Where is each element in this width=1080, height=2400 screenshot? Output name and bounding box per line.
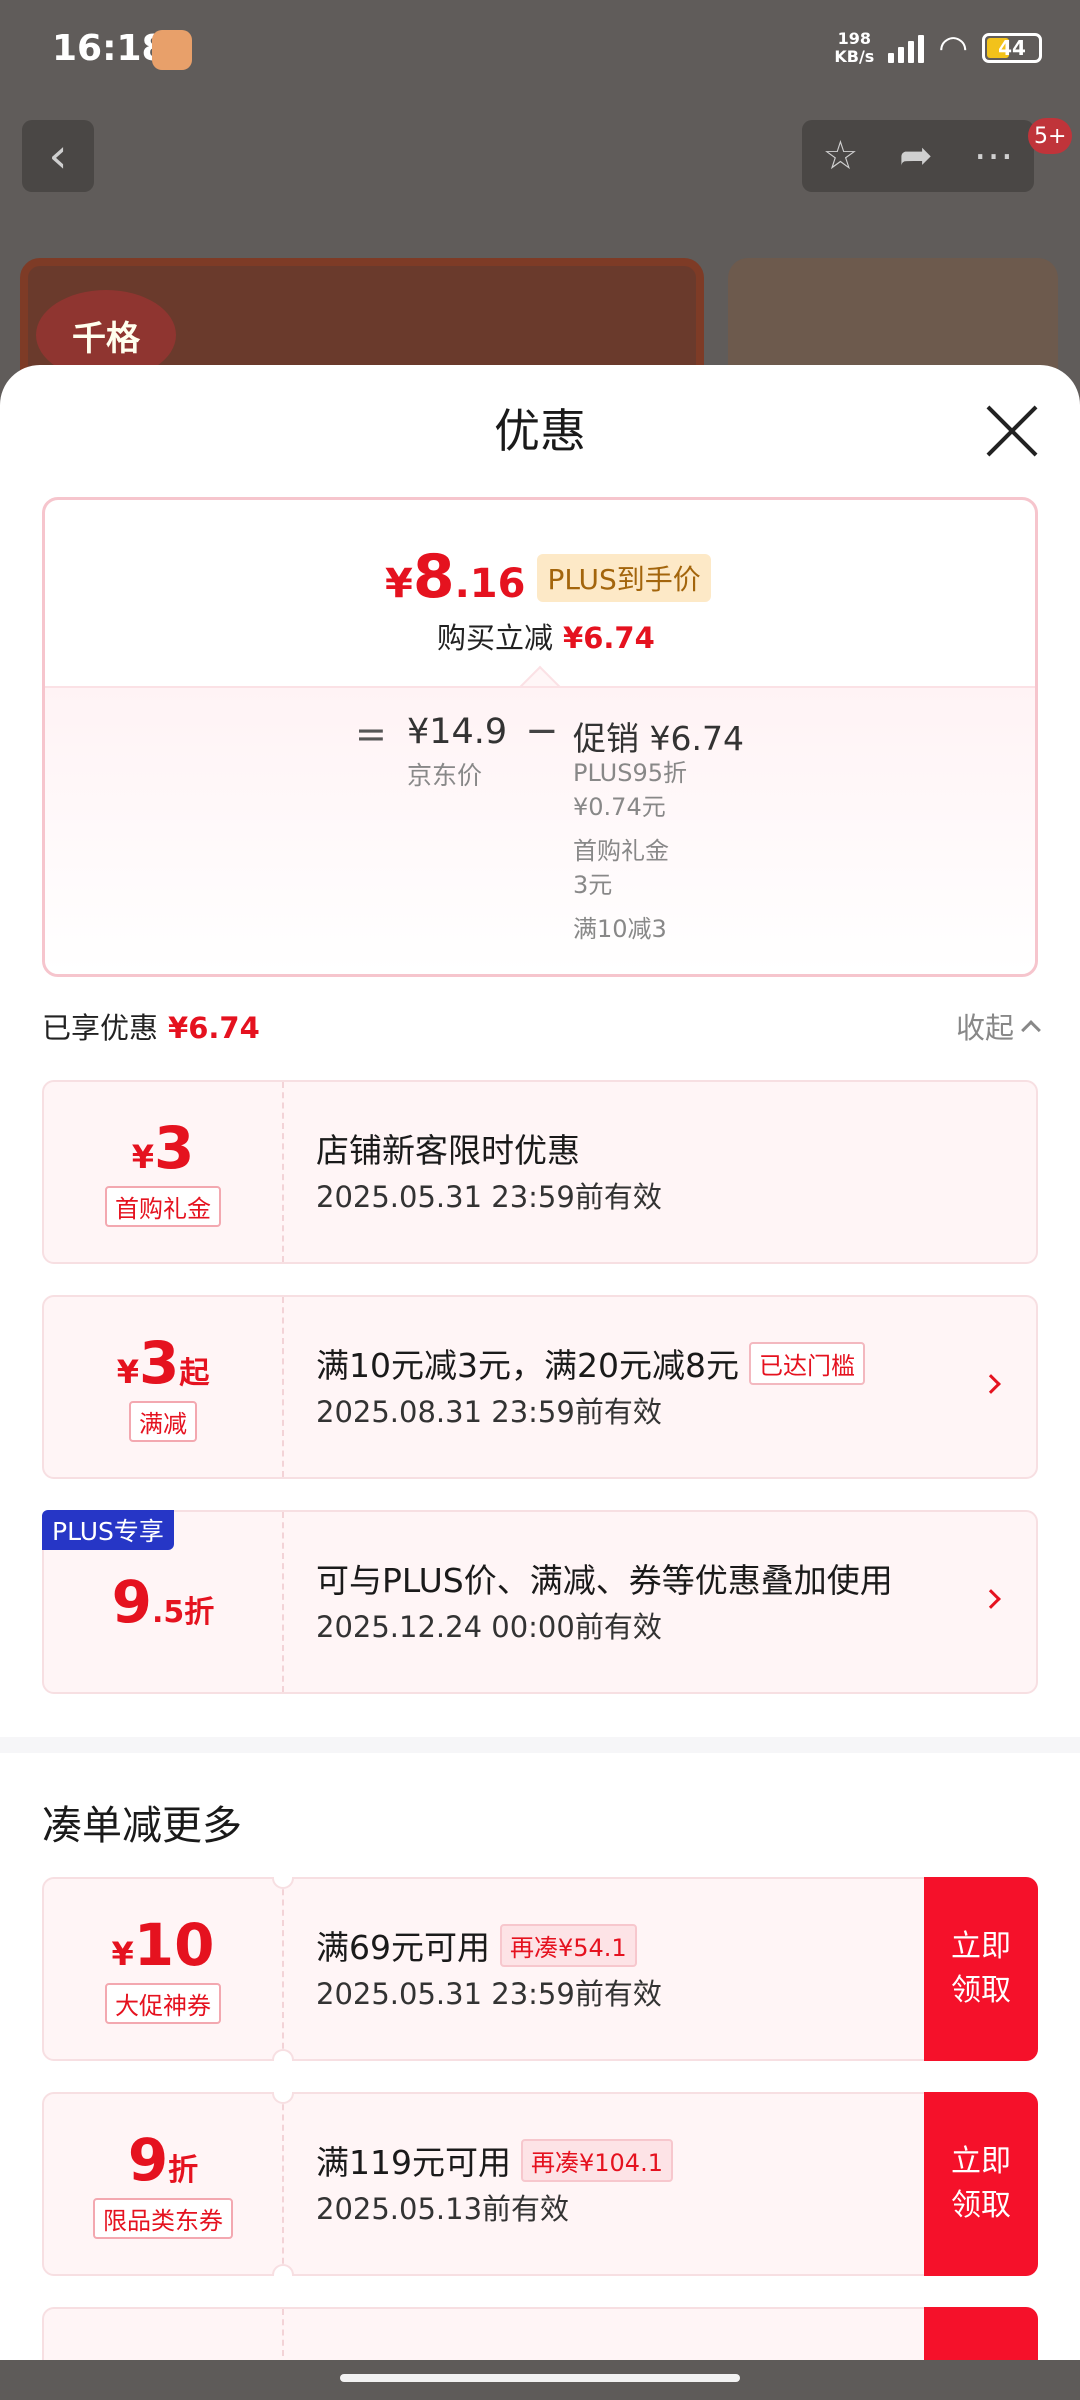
top-actions: ☆ ➦ ⋯ — [802, 120, 1034, 192]
plus-price-tag: PLUS到手价 — [537, 554, 711, 602]
system-nav-bar — [0, 2360, 1080, 2400]
app-notification-icon — [152, 30, 192, 70]
coupon-card[interactable]: 9.5折 PLUS专享 可与PLUS价、满减、券等优惠叠加使用 2025.12.… — [42, 1510, 1038, 1694]
chevron-left-icon: ‹ — [48, 128, 68, 184]
network-speed: 198 KB/s — [834, 29, 875, 66]
coupon-value: ¥3 起 满减 — [44, 1297, 284, 1477]
price-summary: ¥8.16 PLUS到手价 购买立减 ¥6.74 = ¥14.9 京东价 − 促销… — [42, 497, 1038, 977]
promo-line: ¥0.74元 — [573, 793, 666, 821]
wifi-icon: ◠ — [938, 28, 968, 68]
status-time: 16:18 — [52, 28, 167, 69]
claim-now-button[interactable]: 立即 领取 — [924, 1877, 1038, 2061]
remaining-amount-chip: 再凑¥104.1 — [521, 2138, 673, 2182]
coupon-title: 满119元可用 再凑¥104.1 — [316, 2136, 673, 2184]
coupon-type-tag: 满减 — [129, 1400, 197, 1442]
coupon-validity: 2025.05.31 23:59前有效 — [316, 1180, 662, 1214]
coupon-title: 满10元减3元，满20元减8元 已达门槛 — [316, 1339, 865, 1387]
chevron-up-icon — [1021, 1020, 1041, 1040]
coupon-title: 满69元可用 再凑¥54.1 — [316, 1921, 637, 1969]
chevron-right-icon — [981, 1374, 1001, 1394]
sheet-title: 优惠 — [494, 404, 586, 458]
coupon-type-tag: 限品类东券 — [93, 2197, 233, 2239]
coupon-type-tag: 大促神券 — [105, 1982, 221, 2024]
coupon-value: 9折 限品类东券 — [44, 2094, 284, 2274]
price-summary-top: ¥8.16 PLUS到手价 购买立减 ¥6.74 — [45, 500, 1035, 709]
close-icon[interactable] — [984, 403, 1040, 459]
coupon-type-tag: 首购礼金 — [105, 1185, 221, 1227]
more-icon[interactable]: ⋯ — [974, 133, 1014, 179]
remaining-amount-chip: 再凑¥54.1 — [500, 1923, 637, 1967]
claim-now-button[interactable] — [924, 2307, 1038, 2365]
status-bar: 16:18 198 KB/s ◠ 44 — [0, 0, 1080, 100]
claimable-coupon: 9折 限品类东券 满119元可用 再凑¥104.1 2025.05.13前有效 立… — [42, 2092, 1038, 2276]
promo-line: PLUS95折 — [573, 759, 687, 787]
coupon-validity: 2025.05.31 23:59前有效 — [316, 1977, 662, 2011]
promo-line: 首购礼金 — [573, 837, 669, 865]
promo-line: 满10减3 — [573, 915, 667, 943]
enjoyed-discount: 已享优惠 ¥6.74 — [42, 1011, 260, 1045]
chevron-right-icon — [981, 1589, 1001, 1609]
coupon-value: ¥3 首购礼金 — [44, 1082, 284, 1262]
threshold-reached-chip: 已达门槛 — [748, 1341, 865, 1385]
signal-icon — [888, 33, 925, 63]
coupon-card: ¥3 首购礼金 店铺新客限时优惠 2025.05.31 23:59前有效 — [42, 1080, 1038, 1264]
back-button[interactable]: ‹ — [22, 120, 94, 192]
favorite-star-icon[interactable]: ☆ — [822, 133, 858, 179]
coupon-validity: 2025.08.31 23:59前有效 — [316, 1395, 662, 1429]
coupon-card[interactable]: ¥3 起 满减 满10元减3元，满20元减8元 已达门槛 2025.08.31 23… — [42, 1295, 1038, 1479]
home-indicator[interactable] — [340, 2374, 740, 2382]
discount-sheet: 优惠 ¥8.16 PLUS到手价 购买立减 ¥6.74 = ¥14.9 京东价 −… — [0, 365, 1080, 2365]
equals-sign: = — [355, 712, 387, 756]
promo-total: 促销 ¥6.74 — [573, 719, 744, 758]
promo-line: 3元 — [573, 871, 613, 899]
final-price: ¥8.16 — [385, 542, 526, 612]
coupon-validity: 2025.05.13前有效 — [316, 2192, 570, 2226]
final-price-row: ¥8.16 PLUS到手价 — [385, 542, 711, 612]
share-icon[interactable]: ➦ — [899, 133, 933, 179]
collapse-button[interactable]: 收起 — [956, 1005, 1041, 1047]
coupon-value: ¥10 大促神券 — [44, 1879, 284, 2059]
promo-breakdown-list: PLUS95折 ¥0.74元 首购礼金 3元 满10减3 — [573, 756, 687, 946]
message-badge: 5+ — [1028, 118, 1073, 154]
jd-price-value: ¥14.9 — [407, 712, 508, 752]
more-discounts-title: 凑单减更多 — [42, 1803, 242, 1849]
plus-exclusive-badge: PLUS专享 — [42, 1510, 174, 1550]
minus-sign: − — [525, 708, 559, 754]
instant-discount: 购买立减 ¥6.74 — [437, 621, 655, 655]
coupon-validity: 2025.12.24 00:00前有效 — [316, 1610, 662, 1644]
coupon-value — [44, 2309, 284, 2365]
claimable-coupon: ¥10 大促神券 满69元可用 再凑¥54.1 2025.05.31 23:59前… — [42, 1877, 1038, 2061]
jd-price-label: 京东价 — [407, 761, 483, 790]
status-indicators: 198 KB/s ◠ 44 — [834, 30, 1042, 66]
coupon-title: 店铺新客限时优惠 — [316, 1131, 580, 1170]
coupon-title: 可与PLUS价、满减、券等优惠叠加使用 — [316, 1561, 893, 1600]
claim-now-button[interactable]: 立即 领取 — [924, 2092, 1038, 2276]
price-breakdown: = ¥14.9 京东价 − 促销 ¥6.74 PLUS95折 ¥0.74元 首购… — [45, 686, 1035, 974]
claimable-coupon — [42, 2307, 1038, 2365]
battery-icon: 44 — [982, 33, 1042, 63]
section-divider — [0, 1737, 1080, 1753]
